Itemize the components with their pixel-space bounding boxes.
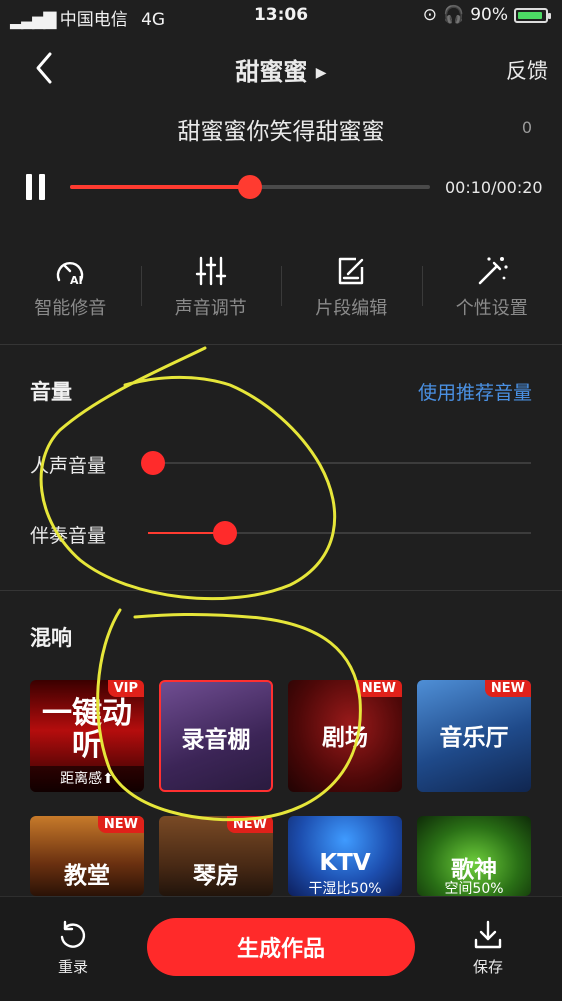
tool-label: 个性设置 [422, 294, 562, 320]
volume-section-title: 音量 [30, 376, 72, 406]
accompaniment-volume-thumb[interactable] [213, 521, 237, 545]
save-label: 保存 [453, 956, 523, 977]
accompaniment-volume-label: 伴奏音量 [30, 521, 106, 548]
song-title: 甜蜜蜜 [235, 58, 307, 86]
preset-subtitle: 干湿比50% [288, 878, 402, 896]
tool-sound-adjust[interactable]: 声音调节 [141, 250, 282, 330]
reverb-preset-piano-room[interactable]: NEW 琴房 [159, 816, 273, 896]
magic-wand-icon [475, 254, 509, 288]
preset-name: 一键动听 [30, 698, 144, 762]
page-title[interactable]: 甜蜜蜜 ▶ [0, 52, 562, 87]
status-bar: ▂▃▅▇ 中国电信 4G 13:06 ⊙ 🎧 90% [0, 0, 562, 32]
tool-bar: AI 智能修音 声音调节 片段编辑 个性设置 [0, 250, 562, 330]
reverb-preset-song-god[interactable]: 歌神 空间50% [417, 816, 531, 896]
reverb-preset-theater[interactable]: NEW 剧场 [288, 680, 402, 792]
download-icon [471, 918, 505, 952]
feedback-button[interactable]: 反馈 [506, 55, 548, 85]
new-badge: NEW [227, 816, 273, 833]
preset-name: 教堂 [30, 856, 144, 890]
battery-icon [514, 8, 548, 23]
preset-name: 音乐厅 [417, 718, 531, 752]
tool-label: 片段编辑 [281, 294, 422, 320]
svg-text:AI: AI [70, 274, 83, 287]
tool-clip-edit[interactable]: 片段编辑 [281, 250, 422, 330]
play-triangle-icon: ▶ [316, 65, 327, 81]
ai-tune-icon: AI [53, 254, 87, 288]
tool-label: 智能修音 [0, 294, 141, 320]
vocal-volume-slider[interactable] [153, 462, 531, 464]
battery-percent: 90% [470, 5, 508, 25]
preset-name: 录音棚 [161, 720, 271, 754]
new-badge: NEW [356, 680, 402, 697]
reverb-preset-studio[interactable]: 录音棚 [159, 680, 273, 792]
pause-icon [26, 174, 32, 200]
vip-badge: VIP [108, 680, 144, 697]
preset-name: 琴房 [159, 856, 273, 890]
rotation-lock-icon: ⊙ [423, 5, 437, 25]
edit-note-icon [334, 254, 368, 288]
vocal-volume-label: 人声音量 [30, 451, 106, 478]
playback-time: 00:10/00:20 [445, 178, 543, 197]
new-badge: NEW [485, 680, 531, 697]
equalizer-sliders-icon [194, 254, 228, 288]
pause-button[interactable] [26, 174, 46, 200]
progress-thumb[interactable] [238, 175, 262, 199]
reverb-preset-concert-hall[interactable]: NEW 音乐厅 [417, 680, 531, 792]
generate-work-button[interactable]: 生成作品 [147, 918, 415, 976]
rerecord-icon [56, 918, 90, 952]
preset-subtitle: 空间50% [417, 878, 531, 896]
vocal-volume-thumb[interactable] [141, 451, 165, 475]
reverb-preset-church[interactable]: NEW 教堂 [30, 816, 144, 896]
lyric-line: 甜蜜蜜你笑得甜蜜蜜 [0, 112, 562, 146]
lyric-count: 0 [522, 118, 532, 137]
preset-subtitle: 距离感⬆ [30, 766, 144, 792]
preset-name: 剧场 [288, 718, 402, 752]
save-button[interactable]: 保存 [453, 918, 523, 977]
playback-progress-bar[interactable] [70, 185, 430, 189]
reverb-section-title: 混响 [30, 622, 72, 652]
reverb-preset-ktv[interactable]: KTV 干湿比50% [288, 816, 402, 896]
headphones-icon: 🎧 [443, 5, 464, 25]
reverb-preset-one-click[interactable]: VIP 一键动听 距离感⬆ [30, 680, 144, 792]
new-badge: NEW [98, 816, 144, 833]
accompaniment-volume-slider[interactable] [148, 532, 531, 534]
tool-label: 声音调节 [141, 294, 282, 320]
rerecord-label: 重录 [38, 956, 108, 977]
tool-personal-settings[interactable]: 个性设置 [422, 250, 562, 330]
use-recommended-volume-link[interactable]: 使用推荐音量 [418, 378, 532, 405]
section-divider [0, 344, 562, 345]
preset-name: KTV [288, 850, 402, 876]
rerecord-button[interactable]: 重录 [38, 918, 108, 977]
tool-smart-tune[interactable]: AI 智能修音 [0, 250, 141, 330]
section-divider [0, 590, 562, 591]
